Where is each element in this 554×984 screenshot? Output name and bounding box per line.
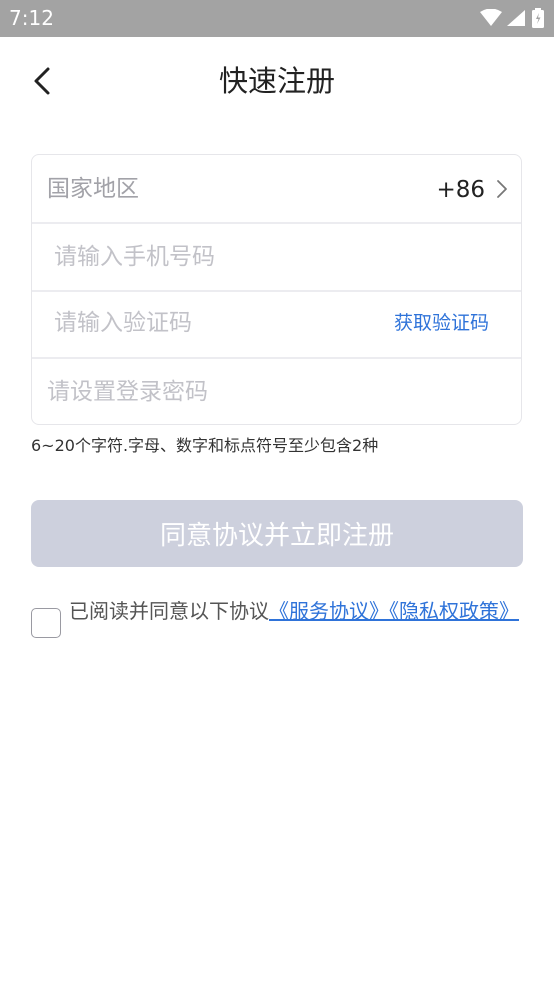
country-region-label: 国家地区 bbox=[47, 176, 139, 202]
page-title: 快速注册 bbox=[218, 64, 335, 98]
phone-row bbox=[32, 224, 521, 290]
agreement-checkbox[interactable] bbox=[31, 608, 61, 638]
password-input[interactable] bbox=[47, 376, 507, 408]
password-row bbox=[32, 359, 521, 424]
status-icons bbox=[480, 8, 544, 28]
verification-code-row: 获取验证码 bbox=[32, 292, 521, 357]
status-bar: 7:12 bbox=[0, 0, 554, 37]
register-form: 国家地区 +86 获取验证码 bbox=[31, 154, 522, 425]
agreement-prefix: 已阅读并同意以下协议 bbox=[69, 599, 269, 623]
chevron-right-icon bbox=[497, 180, 507, 198]
wifi-icon bbox=[480, 9, 502, 26]
battery-icon bbox=[532, 8, 544, 28]
verification-code-input[interactable] bbox=[54, 307, 354, 339]
service-agreement-link[interactable]: 《服务协议》 bbox=[269, 599, 389, 623]
country-region-row[interactable]: 国家地区 +86 bbox=[32, 155, 521, 222]
agreement-text: 已阅读并同意以下协议《服务协议》《隐私权政策》 bbox=[69, 598, 524, 624]
password-hint: 6~20个字符.字母、数字和标点符号至少包含2种 bbox=[31, 436, 379, 455]
status-time: 7:12 bbox=[9, 6, 54, 30]
top-bar: 快速注册 bbox=[0, 37, 554, 127]
privacy-policy-link[interactable]: 《隐私权政策》 bbox=[389, 599, 519, 623]
phone-number-input[interactable] bbox=[54, 241, 494, 273]
cell-signal-icon bbox=[507, 10, 525, 26]
country-code-value: +86 bbox=[436, 177, 485, 203]
get-code-button[interactable]: 获取验证码 bbox=[394, 310, 489, 336]
register-button[interactable]: 同意协议并立即注册 bbox=[31, 500, 523, 567]
